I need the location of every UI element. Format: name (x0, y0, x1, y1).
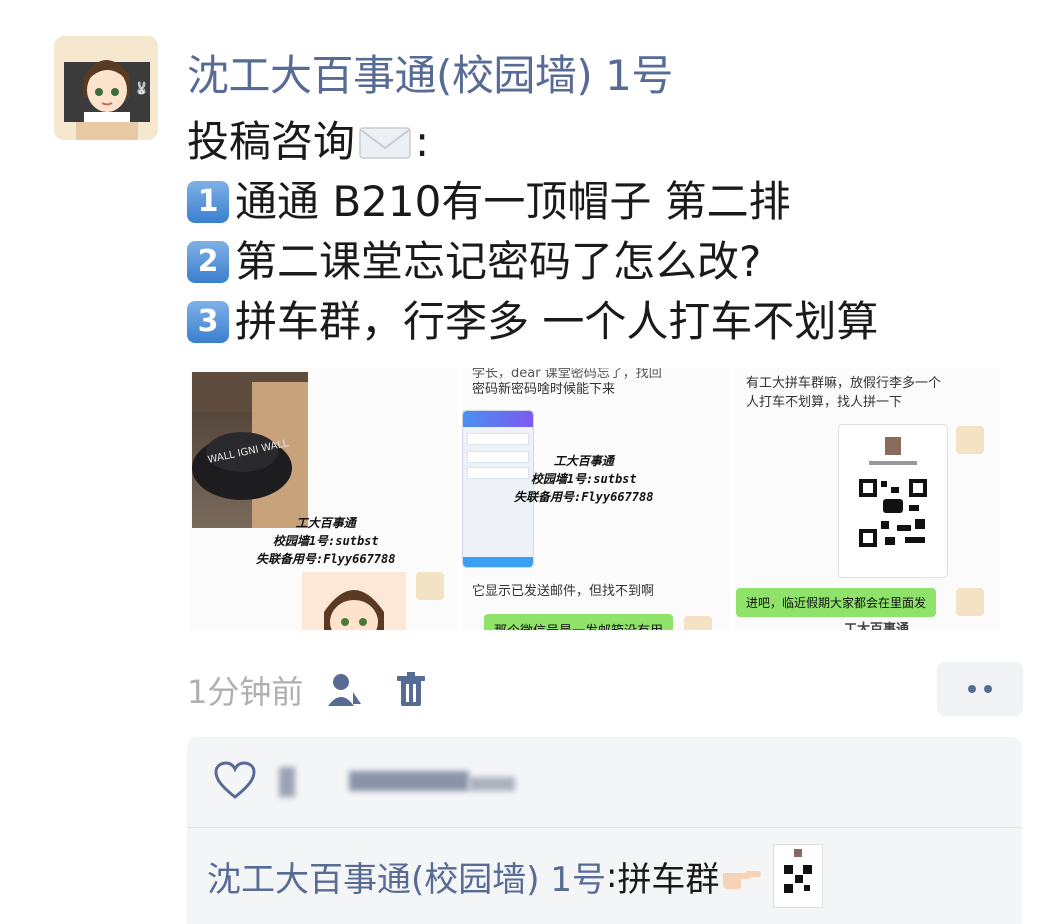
number-1-badge: 1 (187, 181, 229, 223)
watermark-line: 失联备用号:Flyy667788 (256, 552, 396, 566)
post-media: WALL IGNI WALL 工大百事通 校园墙1号:sutbst 失联备用号:… (190, 368, 1000, 630)
likes-row (187, 737, 1022, 828)
post-title: 投稿咨询 (187, 117, 356, 166)
comment-separator: : (605, 856, 618, 896)
chat-avatar (956, 588, 984, 616)
trash-icon[interactable] (391, 670, 431, 710)
comment-author[interactable]: 沈工大百事通(校园墙) 1号 (207, 852, 606, 901)
watermark-line: 失联备用号:Flyy667788 (514, 490, 654, 504)
chat-avatar (416, 572, 444, 600)
watermark-line: 工大百事通 (295, 516, 356, 530)
chat-text: 人打车不划算，找人拼一下 (746, 395, 903, 410)
post-line-text: 拼车群，行李多 一个人打车不划算 (235, 297, 879, 346)
post-author-name[interactable]: 沈工大百事通(校园墙) 1号 (187, 42, 673, 103)
envelope-icon (359, 127, 411, 159)
svg-text:🐰: 🐰 (134, 81, 149, 95)
post-line-1: 1 通通 B210有一顶帽子 第二排 (187, 172, 1037, 232)
post-line-text: 通通 B210有一顶帽子 第二排 (235, 177, 791, 226)
chat-text: 有工大拼车群嘛，放假行李多一个 (746, 376, 942, 391)
watermark-line: 校园墙1号:sutbst (530, 472, 637, 486)
media-image-3[interactable]: 有工大拼车群嘛，放假行李多一个 人打车不划算，找人拼一下 进吧，临近假期大家都会… (734, 368, 1000, 630)
pointing-hand-icon (723, 871, 762, 889)
media-image-2[interactable]: 学长，dear 课堂密码忘了，找回 密码新密码啥时候能下来 工大百事通 校园墙1… (462, 368, 730, 630)
author-avatar[interactable]: 🐰 (54, 36, 158, 140)
chat-avatar (684, 616, 712, 630)
comment-item[interactable]: 沈工大百事通(校园墙) 1号 : 拼车群 (207, 843, 824, 909)
hat-photo: WALL IGNI WALL (192, 372, 308, 528)
post-line-3: 3 拼车群，行李多 一个人打车不划算 (187, 292, 1037, 352)
watermark-line: 工大百事通 (553, 454, 614, 468)
watermark: 工大百事通 校园墙1号:sutbst 失联备用号:Flyy667788 (514, 452, 653, 506)
post-meta: 1分钟前 (187, 670, 431, 711)
chat-text: 密码新密码啥时候能下来 (472, 382, 616, 397)
more-icon (984, 685, 992, 693)
number-3-badge: 3 (187, 301, 229, 343)
qr-code-card (838, 424, 948, 578)
post-line-2: 2 第二课堂忘记密码了怎么改? (187, 232, 1037, 292)
post-title-colon: : (415, 117, 430, 166)
heart-icon (214, 761, 256, 799)
chat-text: 工大百事通 (844, 622, 910, 630)
chat-bubble-green: 那个微信号是一发邮箱没有用 (484, 614, 674, 630)
post-title-line: 投稿咨询 : (187, 112, 1037, 172)
more-icon (968, 685, 976, 693)
chat-bubble-green: 进吧，临近假期大家都会在里面发 (736, 588, 937, 617)
liker-names-blurred (279, 763, 529, 803)
watermark: 工大百事通 校园墙1号:sutbst 失联备用号:Flyy667788 (256, 514, 395, 568)
post-timestamp: 1分钟前 (187, 673, 304, 711)
interaction-panel: 沈工大百事通(校园墙) 1号 : 拼车群 (187, 737, 1022, 924)
chat-text: 它显示已发送邮件，但找不到啊 (472, 584, 655, 599)
post-text: 投稿咨询 : 1 通通 B210有一顶帽子 第二排 2 第二课堂忘记密码了怎么改… (187, 112, 1037, 352)
comment-image-thumbnail[interactable] (773, 844, 824, 908)
sticker-image (302, 572, 406, 630)
number-2-badge: 2 (187, 241, 229, 283)
media-image-1[interactable]: WALL IGNI WALL 工大百事通 校园墙1号:sutbst 失联备用号:… (190, 368, 458, 630)
comment-text: 拼车群 (617, 859, 720, 900)
person-icon[interactable] (325, 670, 365, 710)
post-line-text: 第二课堂忘记密码了怎么改? (235, 237, 762, 286)
more-button[interactable] (937, 662, 1023, 716)
chat-avatar (956, 426, 984, 454)
watermark-line: 校园墙1号:sutbst (272, 534, 379, 548)
